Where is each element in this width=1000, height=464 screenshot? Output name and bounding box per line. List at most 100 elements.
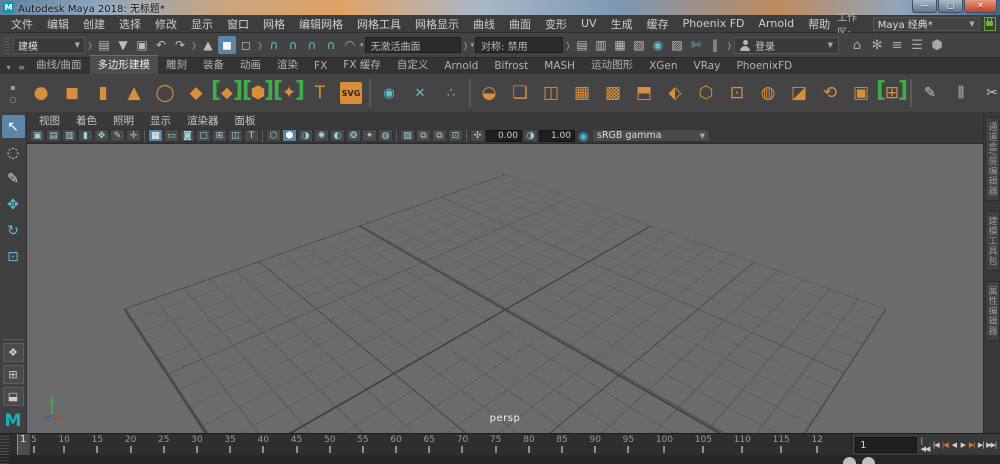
shelf-menu-icon[interactable]: ▾ (2, 61, 15, 74)
spin-edge-icon[interactable]: ⟲ (815, 77, 845, 109)
move-tool-icon[interactable]: ✥ (2, 193, 25, 216)
quad-draw-icon[interactable]: ▣ (846, 77, 876, 109)
toggle-character-controls-icon[interactable]: ⌂ (848, 36, 866, 54)
current-frame-field[interactable]: 1 (855, 437, 916, 453)
shelf-tab[interactable]: 曲线/曲面 (28, 56, 90, 74)
menu-set-selector[interactable]: 建模 ▼ (13, 37, 85, 54)
wireframe-mode-icon[interactable]: ⬡ (266, 129, 281, 142)
range-slider[interactable] (0, 455, 1000, 464)
menu-item[interactable]: 编辑网格 (292, 16, 350, 32)
shelf-tab[interactable]: Bifrost (486, 59, 536, 74)
grid-toggle-icon[interactable]: ▦ (148, 129, 163, 142)
current-frame-marker[interactable]: 1 (17, 434, 30, 455)
color-management-icon[interactable]: ◉ (576, 129, 591, 142)
menu-item[interactable]: 曲面 (502, 16, 538, 32)
select-by-hierarchy-icon[interactable]: ▲ (199, 36, 217, 54)
menu-item[interactable]: 窗口 (220, 16, 256, 32)
step-forward-key-button[interactable]: ▶| (967, 437, 976, 453)
poly-sphere-icon[interactable]: ● (26, 77, 56, 109)
shelf-edit-icon[interactable]: ≡ (15, 61, 28, 74)
frame-tick[interactable]: 10 (58, 434, 69, 455)
shaded-mode-icon[interactable]: ⬢ (282, 129, 297, 142)
shelf-separator[interactable] (910, 79, 912, 107)
boolean-icon[interactable]: ⊡ (722, 77, 752, 109)
hypershade-icon[interactable]: ▨ (668, 36, 686, 54)
step-forward-frame-button[interactable]: ▶| (976, 437, 985, 453)
menu-item[interactable]: 变形 (538, 16, 574, 32)
front-buffer-icon[interactable]: ⧉ (416, 129, 431, 142)
toggle-channel-box-icon[interactable]: ≡ (888, 36, 906, 54)
sidebar-tab[interactable]: 通道盒/层编辑器 (985, 117, 1000, 201)
2d-pan-zoom-icon[interactable]: ✥ (94, 129, 109, 142)
lasso-select-tool-icon[interactable]: ◌ (2, 141, 25, 164)
shelf-separator[interactable] (369, 79, 371, 107)
frame-tick[interactable]: 15 (92, 434, 103, 455)
time-slider-track[interactable]: 1 51015202530354045505560657075808590951… (9, 434, 851, 455)
render-view-icon[interactable]: ▤ (573, 36, 591, 54)
poly-super-shape-icon[interactable]: ✦ (274, 77, 304, 109)
scale-tool-icon[interactable]: ⊡ (2, 245, 25, 268)
group-separator[interactable]: ❭ (258, 36, 262, 54)
menu-item[interactable]: 选择 (112, 16, 148, 32)
select-by-object-icon[interactable]: ◼ (218, 36, 236, 54)
shelf-tab[interactable]: Arnold (436, 59, 486, 74)
symmetry-caret[interactable]: ▾ (471, 41, 475, 49)
exposure-field[interactable]: 0.00 (486, 130, 522, 142)
panel-menu-item[interactable]: 渲染器 (179, 113, 227, 128)
shelf-tab[interactable]: 装备 (195, 56, 232, 74)
toggle-tool-settings-icon[interactable]: ⬢ (928, 36, 946, 54)
toggle-humanik-icon[interactable]: ✻ (868, 36, 886, 54)
frame-tick[interactable]: 115 (773, 434, 790, 455)
save-scene-icon[interactable]: ▣ (133, 36, 151, 54)
smooth-icon[interactable]: ⬖ (660, 77, 690, 109)
range-slider-drag-handle[interactable] (0, 455, 9, 464)
frame-tick[interactable]: 110 (734, 434, 751, 455)
menu-item[interactable]: 网格 (256, 16, 292, 32)
poly-disc-icon[interactable]: ⬥ (212, 77, 242, 109)
wire-sphere-icon[interactable]: ◍ (753, 77, 783, 109)
image-plane-icon[interactable]: ▮ (78, 129, 93, 142)
menu-item[interactable]: 曲线 (466, 16, 502, 32)
sidebar-tab[interactable]: 属性编辑器 (985, 281, 1000, 341)
mirror-icon[interactable]: ◫ (536, 77, 566, 109)
panel-menu-item[interactable]: 视图 (31, 113, 68, 128)
panel-menu-item[interactable]: 显示 (142, 113, 179, 128)
shelf-tab[interactable]: 动画 (232, 56, 269, 74)
panel-menu-item[interactable]: 着色 (68, 113, 105, 128)
rotate-tool-icon[interactable]: ↻ (2, 219, 25, 242)
open-scene-icon[interactable]: ▼ (114, 36, 132, 54)
gamma-field[interactable]: 1.00 (539, 130, 575, 142)
menu-item[interactable]: 网格显示 (408, 16, 466, 32)
frame-tick[interactable]: 85 (556, 434, 567, 455)
combine-icon[interactable]: ◒ (474, 77, 504, 109)
frame-tick[interactable]: 45 (291, 434, 302, 455)
origin-locator-icon[interactable]: ∴ (436, 77, 466, 109)
crease-tool-icon[interactable]: ✎ (915, 77, 945, 109)
textured-mode-icon[interactable]: ◑ (298, 129, 313, 142)
group-separator[interactable]: ❭ (464, 36, 468, 54)
snap-view-icon[interactable]: ✛ (126, 129, 141, 142)
snap-to-curve-icon[interactable]: ∩ (284, 36, 302, 54)
shelf-side-controls[interactable]: ▪○ (1, 83, 25, 104)
frame-tick[interactable]: 40 (258, 434, 269, 455)
sign-in-select[interactable]: 登录 ▼ (734, 37, 839, 54)
poly-platonic-icon[interactable]: ⬢ (243, 77, 273, 109)
frame-tick[interactable]: 35 (224, 434, 235, 455)
make-live-icon[interactable]: ◠ (341, 36, 359, 54)
new-scene-icon[interactable]: ▤ (95, 36, 113, 54)
group-separator[interactable]: ❭ (727, 36, 731, 54)
shelf-separator[interactable] (469, 79, 471, 107)
safe-action-icon[interactable]: ◫ (228, 129, 243, 142)
field-chart-icon[interactable]: ⊞ (212, 129, 227, 142)
panel-menu-item[interactable]: 面板 (227, 113, 264, 128)
poly-plane-icon[interactable]: ◆ (181, 77, 211, 109)
render-settings-icon[interactable]: ▧ (630, 36, 648, 54)
snap-to-grid-icon[interactable]: ∩ (265, 36, 283, 54)
select-tool-icon[interactable]: ↖ (2, 115, 25, 138)
workspace-select[interactable]: Maya 经典* ▼ (873, 17, 980, 31)
launch-render-setup-icon[interactable]: ✄ (687, 36, 705, 54)
shelf-tab[interactable]: MASH (536, 59, 583, 74)
svg-tool-icon[interactable]: SVG (336, 77, 366, 109)
construction-plane-icon[interactable]: ◉ (374, 77, 404, 109)
separate-icon[interactable]: ❏ (505, 77, 535, 109)
